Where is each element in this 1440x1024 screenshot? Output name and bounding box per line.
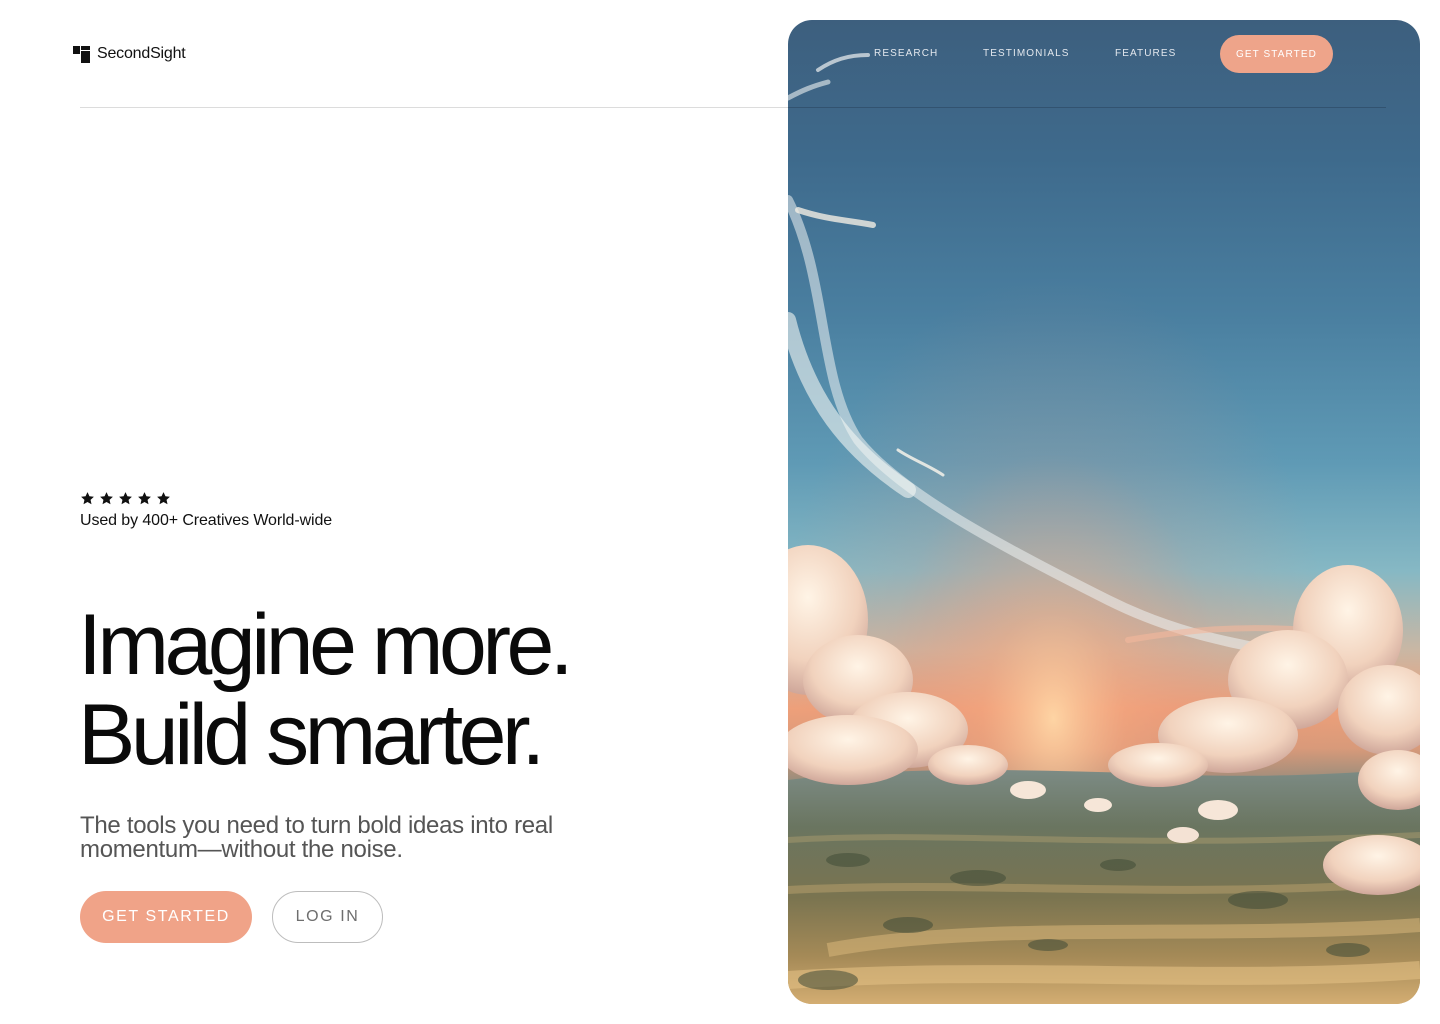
brand-logo[interactable]: SecondSight	[73, 44, 186, 64]
star-rating	[80, 490, 332, 506]
top-navigation: RESEARCH TESTIMONIALS FEATURES GET START…	[788, 20, 1420, 108]
nav-get-started-button[interactable]: GET STARTED	[1220, 35, 1333, 73]
star-icon	[81, 491, 94, 504]
headline-line-1: Imagine more.	[78, 597, 574, 693]
social-proof: Used by 400+ Creatives World-wide	[80, 490, 332, 530]
headline-line-2: Build smarter.	[78, 687, 545, 783]
social-proof-text: Used by 400+ Creatives World-wide	[80, 512, 333, 529]
nav-link-research[interactable]: RESEARCH	[874, 48, 938, 59]
nav-link-features[interactable]: FEATURES	[1115, 48, 1176, 59]
landing-page: SecondSight Used by 400+ Creatives World…	[0, 0, 1440, 1024]
secondsight-logo-icon	[73, 45, 90, 63]
hero-sky-illustration	[788, 20, 1420, 1004]
hero-cta-group: GET STARTED LOG IN	[80, 891, 383, 943]
get-started-button[interactable]: GET STARTED	[80, 891, 252, 943]
star-icon	[157, 491, 170, 504]
hero-image-panel: RESEARCH TESTIMONIALS FEATURES GET START…	[788, 20, 1420, 1004]
hero-headline: Imagine more. Build smarter.	[78, 597, 574, 783]
star-icon	[138, 491, 151, 504]
brand-name: SecondSight	[97, 45, 186, 62]
nav-divider	[788, 107, 1386, 108]
star-icon	[119, 491, 132, 504]
hero-subcopy: The tools you need to turn bold ideas in…	[80, 812, 553, 863]
log-in-button[interactable]: LOG IN	[272, 891, 383, 943]
nav-link-testimonials[interactable]: TESTIMONIALS	[983, 48, 1070, 59]
star-icon	[100, 491, 113, 504]
